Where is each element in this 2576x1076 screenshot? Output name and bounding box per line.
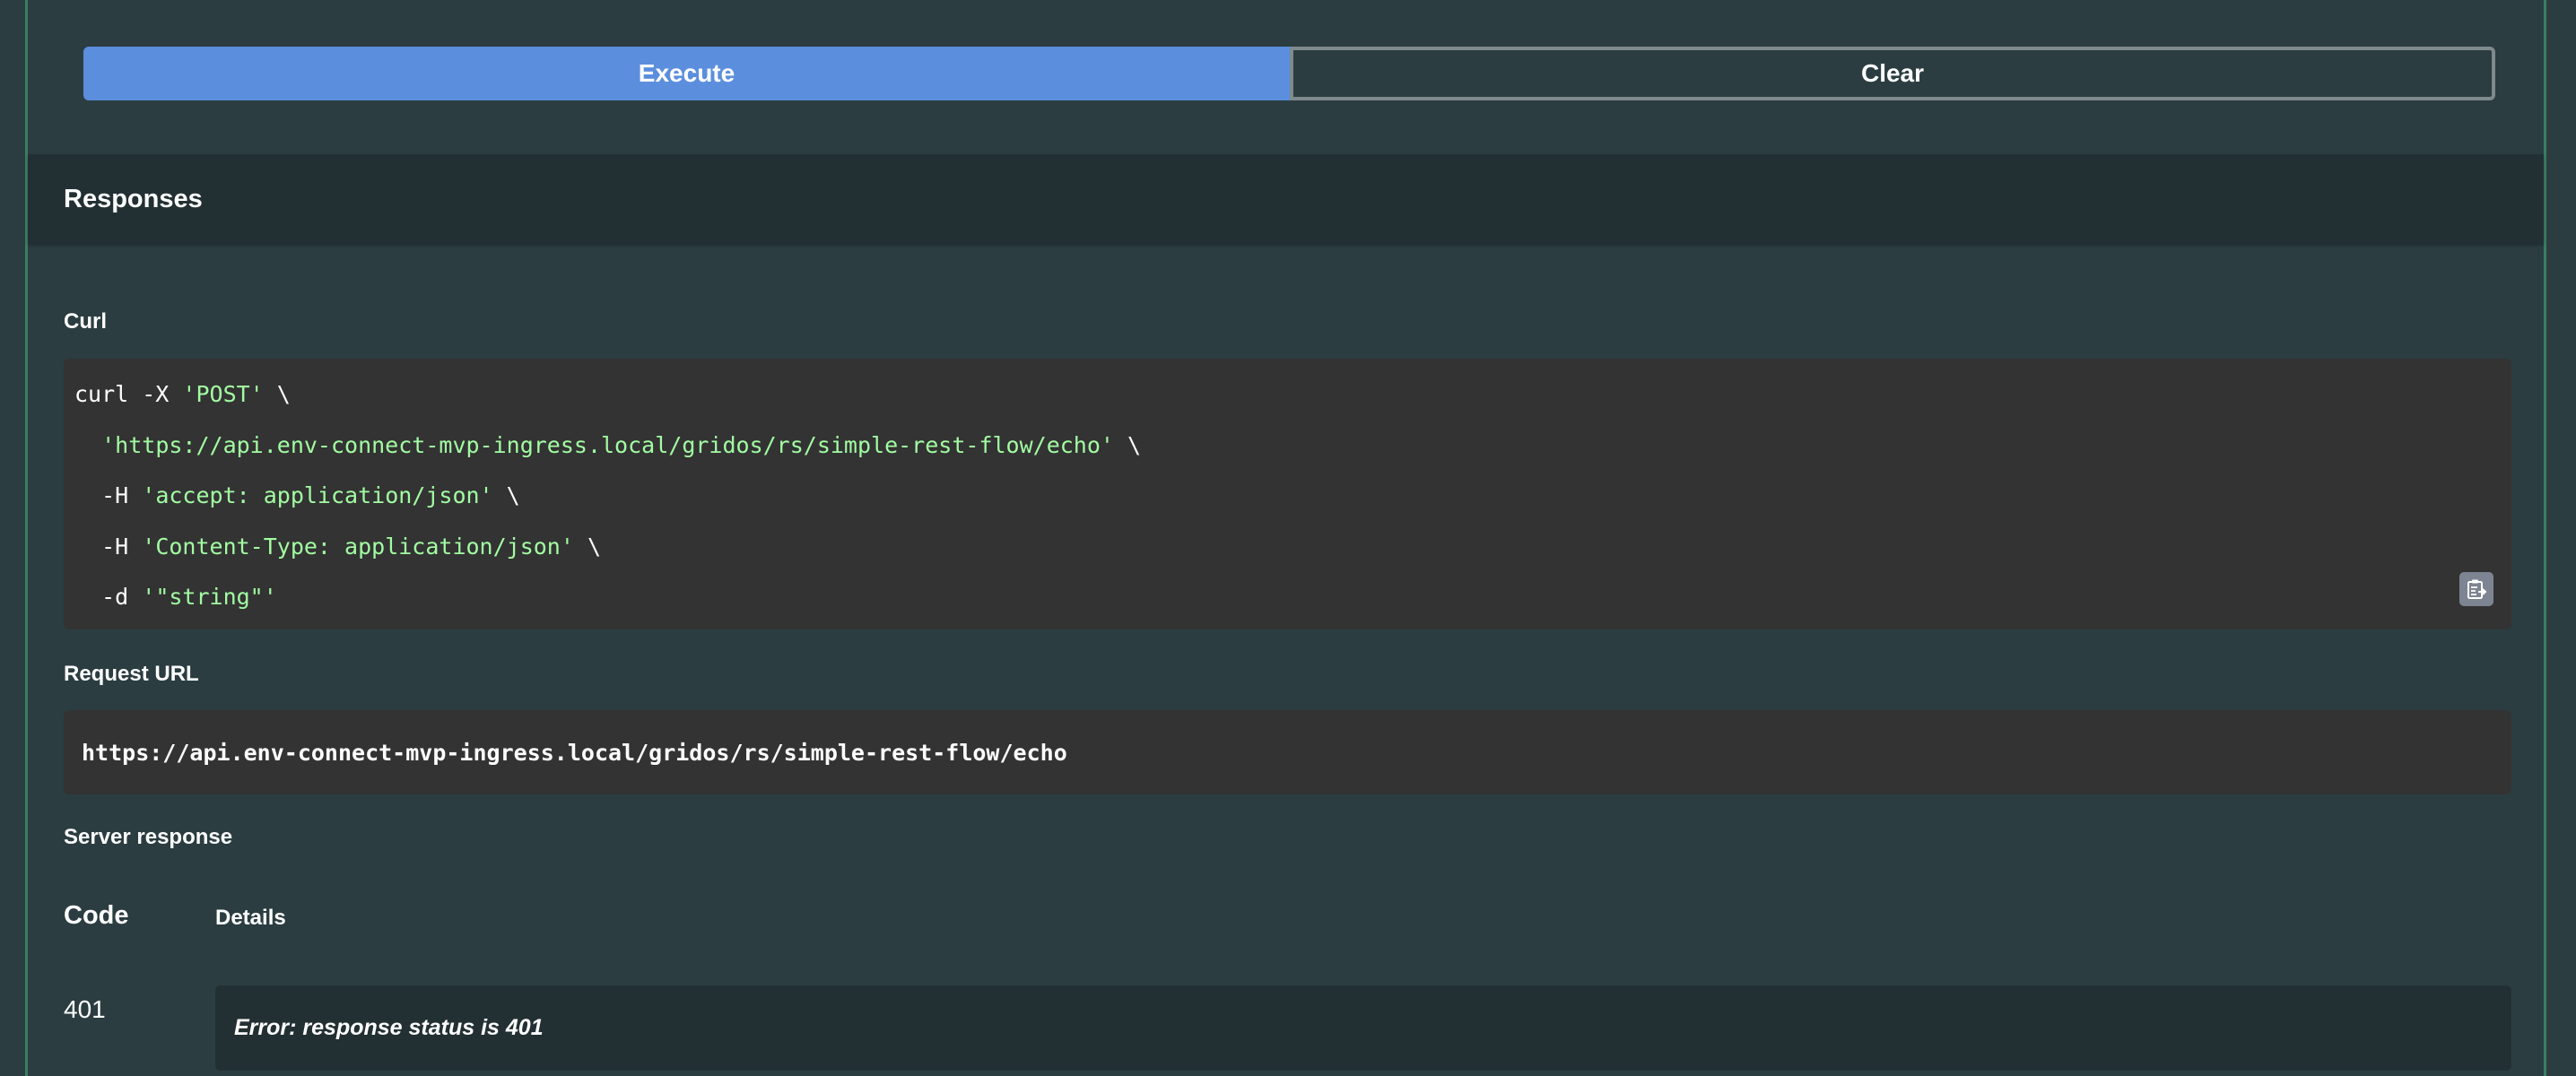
line-continuation: \ (573, 533, 602, 560)
response-status-code: 401 (64, 995, 106, 1023)
request-url-value: https://api.env-connect-mvp-ingress.loca… (82, 739, 1067, 766)
line-continuation: \ (263, 381, 291, 407)
execute-wrapper: Execute Clear (83, 47, 2495, 100)
curl-header-accept: 'accept: application/json' (142, 482, 493, 508)
curl-flag: -H (74, 533, 143, 560)
curl-data: '"string"' (142, 584, 277, 610)
curl-command: curl -X (74, 381, 183, 407)
details-column-header: Details (215, 906, 286, 930)
responses-header: Responses (28, 154, 2544, 244)
line-continuation: \ (492, 482, 520, 508)
response-details-box[interactable]: Error: response status is 401 (215, 985, 2511, 1071)
line-continuation: \ (1113, 431, 1142, 458)
response-error-message: Error: response status is 401 (234, 1015, 544, 1040)
curl-label: Curl (64, 309, 107, 334)
code-column-header: Code (64, 901, 129, 930)
curl-line: -H 'Content-Type: application/json' \ (74, 529, 2501, 580)
curl-line: curl -X 'POST' \ (74, 377, 2501, 428)
clipboard-copy-icon (2467, 579, 2487, 599)
curl-flag: -H (74, 482, 143, 508)
server-response-label: Server response (64, 825, 233, 849)
curl-line: -H 'accept: application/json' \ (74, 478, 2501, 529)
curl-method: 'POST' (182, 381, 264, 407)
responses-title: Responses (64, 184, 203, 213)
copy-to-clipboard-button[interactable] (2459, 572, 2493, 606)
request-url-label: Request URL (64, 662, 199, 686)
curl-flag: -d (74, 584, 143, 610)
curl-line: 'https://api.env-connect-mvp-ingress.loc… (74, 428, 2501, 479)
curl-header-content-type: 'Content-Type: application/json' (142, 533, 574, 560)
curl-url: 'https://api.env-connect-mvp-ingress.loc… (101, 431, 1114, 458)
curl-line: -d '"string"' (74, 579, 2501, 630)
operation-panel: Execute Clear Responses Curl curl -X 'PO… (25, 0, 2546, 1076)
curl-code-block[interactable]: curl -X 'POST' \ 'https://api.env-connec… (64, 359, 2511, 629)
request-url-box[interactable]: https://api.env-connect-mvp-ingress.loca… (64, 710, 2511, 794)
execute-button[interactable]: Execute (83, 47, 1290, 100)
clear-button[interactable]: Clear (1290, 47, 2495, 100)
